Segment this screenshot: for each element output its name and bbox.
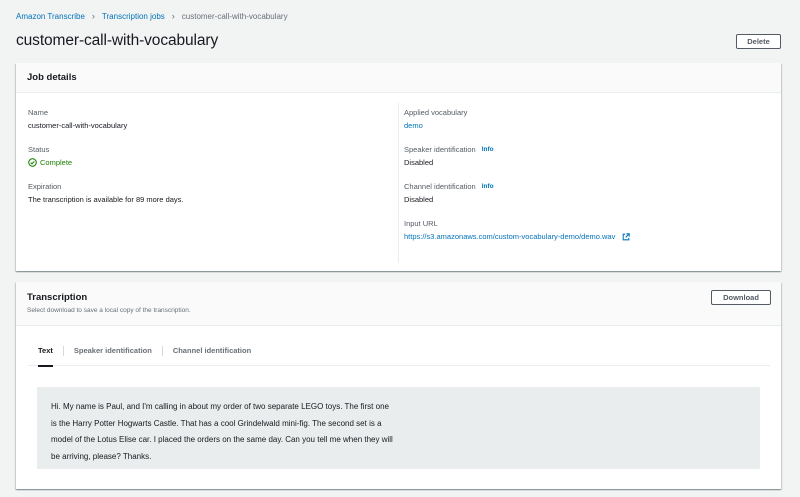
channel-identification-label-text: Channel identification bbox=[404, 182, 476, 191]
transcript-line: model of the Lotus Elise car. I placed t… bbox=[51, 435, 393, 444]
transcription-header: Transcription Select download to save a … bbox=[16, 282, 781, 326]
transcript-line: is the Harry Potter Hogwarts Castle. Tha… bbox=[51, 418, 382, 428]
input-url-label: Input URL bbox=[404, 219, 438, 228]
name-value: customer-call-with-vocabulary bbox=[28, 121, 128, 130]
tab-channel-identification[interactable]: Channel identification bbox=[163, 342, 261, 366]
chevron-right-icon: › bbox=[171, 11, 175, 21]
job-details-left-column: Name customer-call-with-vocabulary Statu… bbox=[28, 107, 184, 218]
transcription-description: Select download to save a local copy of … bbox=[27, 307, 191, 314]
transcript-line: Hi. My name is Paul, and I'm calling in … bbox=[51, 402, 389, 411]
channel-info-link[interactable]: Info bbox=[482, 183, 494, 190]
input-url-field: Input URL https://s3.amazonaws.com/custo… bbox=[404, 218, 631, 241]
vocabulary-link[interactable]: demo bbox=[404, 121, 630, 130]
job-details-panel: Job details Name customer-call-with-voca… bbox=[16, 63, 781, 271]
external-link-icon[interactable] bbox=[622, 232, 631, 241]
breadcrumb: Amazon Transcribe › Transcription jobs ›… bbox=[16, 10, 288, 22]
transcript-text: Hi. My name is Paul, and I'm calling in … bbox=[51, 399, 461, 465]
transcription-title: Transcription bbox=[27, 292, 88, 303]
breadcrumb-transcription-jobs[interactable]: Transcription jobs bbox=[102, 12, 165, 21]
status-text: Complete bbox=[40, 158, 73, 167]
expiration-value: The transcription is available for 89 mo… bbox=[28, 195, 184, 204]
speaker-identification-label-text: Speaker identification bbox=[404, 145, 476, 154]
vocabulary-label: Applied vocabulary bbox=[404, 108, 468, 117]
name-label: Name bbox=[28, 108, 49, 117]
job-details-right-column: Applied vocabulary demo Speaker identifi… bbox=[404, 107, 631, 255]
check-circle-icon bbox=[28, 158, 37, 167]
page-title: customer-call-with-vocabulary bbox=[16, 32, 219, 49]
transcription-tabs: Text Speaker identification Channel iden… bbox=[28, 342, 770, 367]
transcription-panel: Transcription Select download to save a … bbox=[16, 282, 781, 489]
status-label: Status bbox=[28, 145, 50, 154]
channel-identification-value: Disabled bbox=[404, 195, 434, 204]
delete-button[interactable]: Delete bbox=[736, 34, 781, 49]
input-url-text[interactable]: https://s3.amazonaws.com/custom-vocabula… bbox=[404, 232, 615, 241]
column-divider bbox=[398, 103, 399, 263]
channel-identification-label: Channel identification Info bbox=[404, 181, 630, 192]
input-url-link[interactable]: https://s3.amazonaws.com/custom-vocabula… bbox=[404, 232, 631, 241]
speaker-identification-field: Speaker identification Info Disabled bbox=[404, 144, 630, 167]
breadcrumb-amazon-transcribe[interactable]: Amazon Transcribe bbox=[16, 12, 85, 21]
expiration-label: Expiration bbox=[28, 182, 62, 191]
channel-identification-field: Channel identification Info Disabled bbox=[404, 181, 630, 204]
status-value: Complete bbox=[28, 158, 184, 167]
status-field: Status Complete bbox=[28, 144, 184, 167]
breadcrumb-current: customer-call-with-vocabulary bbox=[181, 11, 288, 21]
tab-text[interactable]: Text bbox=[28, 342, 63, 367]
chevron-right-icon: › bbox=[91, 11, 95, 21]
expiration-field: Expiration The transcription is availabl… bbox=[28, 181, 184, 204]
speaker-identification-label: Speaker identification Info bbox=[404, 144, 630, 155]
speaker-info-link[interactable]: Info bbox=[482, 146, 494, 153]
download-button[interactable]: Download bbox=[711, 290, 771, 305]
name-field: Name customer-call-with-vocabulary bbox=[28, 107, 184, 130]
transcript-box: Hi. My name is Paul, and I'm calling in … bbox=[37, 387, 760, 469]
transcript-line: be arriving, please? Thanks. bbox=[51, 451, 152, 461]
job-details-title: Job details bbox=[16, 63, 781, 93]
tab-speaker-identification[interactable]: Speaker identification bbox=[64, 342, 162, 366]
speaker-identification-value: Disabled bbox=[404, 158, 434, 167]
vocabulary-field: Applied vocabulary demo bbox=[404, 107, 630, 130]
